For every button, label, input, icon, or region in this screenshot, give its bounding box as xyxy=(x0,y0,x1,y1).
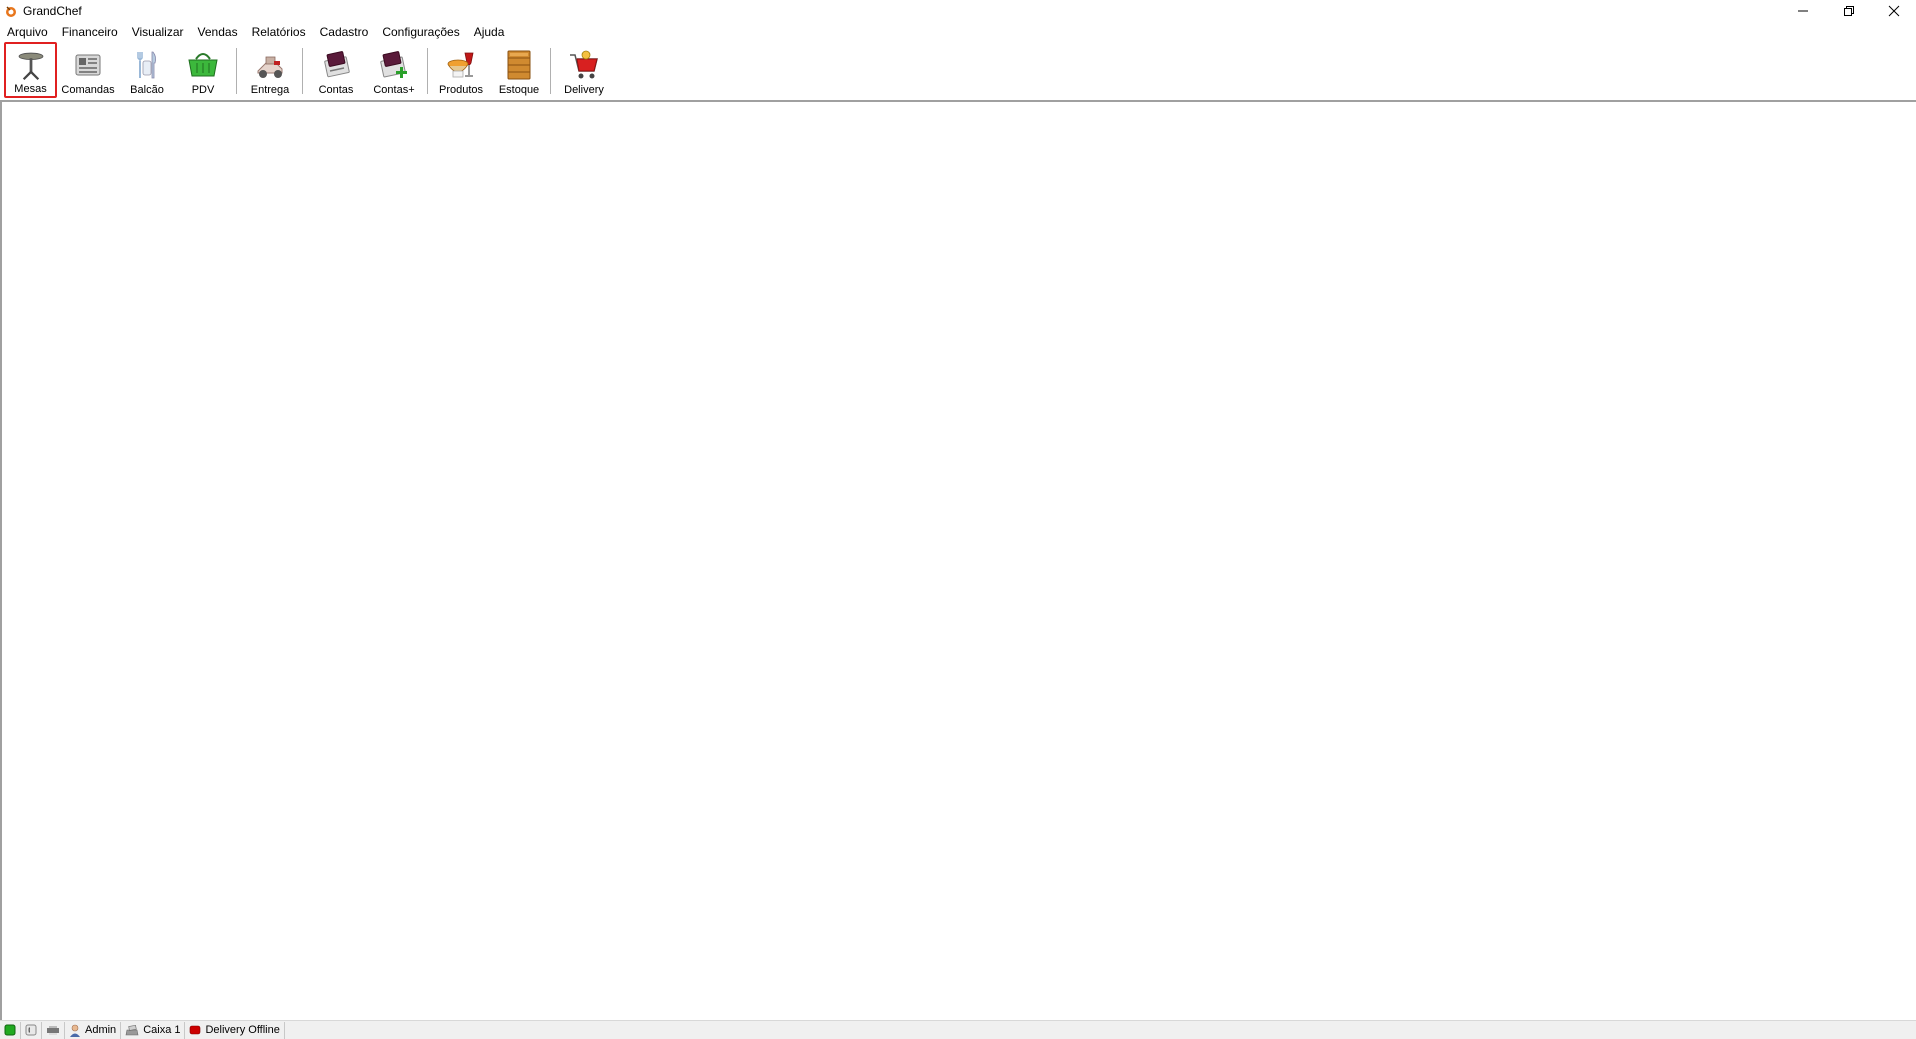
entrega-button[interactable]: Entrega xyxy=(244,42,296,98)
toolbar-separator xyxy=(302,48,303,94)
accounts-icon xyxy=(324,51,350,78)
toolbar-separator xyxy=(550,48,551,94)
shopping-basket-icon xyxy=(188,53,218,77)
phone-icon xyxy=(25,1024,37,1036)
printer-status xyxy=(42,1021,65,1039)
contas-plus-label: Contas+ xyxy=(373,84,415,96)
estoque-button[interactable]: Estoque xyxy=(494,42,544,98)
printer-icon xyxy=(47,1026,59,1035)
toolbar-separator xyxy=(427,48,428,94)
counter-cutlery-icon xyxy=(137,51,157,79)
restore-button[interactable] xyxy=(1826,0,1872,22)
delivery-cart-icon xyxy=(570,50,598,79)
connection-status xyxy=(0,1021,21,1039)
menu-arquivo[interactable]: Arquivo xyxy=(0,22,55,42)
connection-status-icon xyxy=(4,1024,16,1036)
contas-button[interactable]: Contas xyxy=(310,42,362,98)
minimize-button[interactable] xyxy=(1780,0,1826,22)
products-icon xyxy=(447,52,474,78)
toolbar: Mesas Comandas Balcão PDV Entrega Contas… xyxy=(0,42,1916,102)
phone-status xyxy=(21,1021,42,1039)
menu-visualizar[interactable]: Visualizar xyxy=(125,22,191,42)
delivery-button[interactable]: Delivery xyxy=(558,42,610,98)
menu-relatorios[interactable]: Relatórios xyxy=(245,22,313,42)
mesas-button[interactable]: Mesas xyxy=(4,42,57,98)
mesas-label: Mesas xyxy=(14,83,47,95)
delivery-status: Delivery Offline xyxy=(185,1021,285,1039)
cash-register-icon xyxy=(125,1024,139,1036)
comandas-label: Comandas xyxy=(61,84,115,96)
restore-icon xyxy=(1844,6,1854,16)
close-button[interactable] xyxy=(1871,0,1916,22)
stock-box-icon xyxy=(507,50,531,80)
status-bar: Admin Caixa 1 Delivery Offline xyxy=(0,1020,1916,1039)
user-icon xyxy=(70,1024,80,1037)
cashier-status: Caixa 1 xyxy=(121,1021,186,1039)
menu-ajuda[interactable]: Ajuda xyxy=(467,22,512,42)
delivery-status-text: Delivery Offline xyxy=(205,1024,280,1036)
pdv-label: PDV xyxy=(191,84,215,96)
accounts-plus-icon xyxy=(380,51,407,78)
estoque-label: Estoque xyxy=(498,84,540,96)
workspace-area xyxy=(0,102,1916,1020)
delivery-label: Delivery xyxy=(564,84,604,96)
menu-cadastro[interactable]: Cadastro xyxy=(313,22,376,42)
window-title: GrandChef xyxy=(23,4,82,18)
title-bar: GrandChef xyxy=(0,0,1916,22)
user-name: Admin xyxy=(85,1024,117,1036)
menu-configuracoes[interactable]: Configurações xyxy=(375,22,466,42)
minimize-icon xyxy=(1798,10,1808,12)
contas-label: Contas xyxy=(318,84,354,96)
close-icon xyxy=(1888,5,1900,17)
pdv-button[interactable]: PDV xyxy=(180,42,226,98)
menu-bar: Arquivo Financeiro Visualizar Vendas Rel… xyxy=(0,22,1916,42)
produtos-button[interactable]: Produtos xyxy=(434,42,488,98)
contas-plus-button[interactable]: Contas+ xyxy=(368,42,420,98)
grandchef-logo-icon xyxy=(6,6,16,17)
entrega-label: Entrega xyxy=(250,84,290,96)
balcao-label: Balcão xyxy=(130,84,164,96)
toolbar-separator xyxy=(236,48,237,94)
menu-vendas[interactable]: Vendas xyxy=(191,22,245,42)
menu-financeiro[interactable]: Financeiro xyxy=(55,22,125,42)
order-pad-icon xyxy=(75,54,101,76)
produtos-label: Produtos xyxy=(438,84,484,96)
cashier-name: Caixa 1 xyxy=(143,1024,181,1036)
delivery-offline-icon xyxy=(190,1025,201,1035)
user-status: Admin xyxy=(65,1021,122,1039)
table-icon xyxy=(18,52,43,81)
delivery-scooter-icon xyxy=(257,56,283,78)
comandas-button[interactable]: Comandas xyxy=(60,42,116,98)
balcao-button[interactable]: Balcão xyxy=(122,42,172,98)
